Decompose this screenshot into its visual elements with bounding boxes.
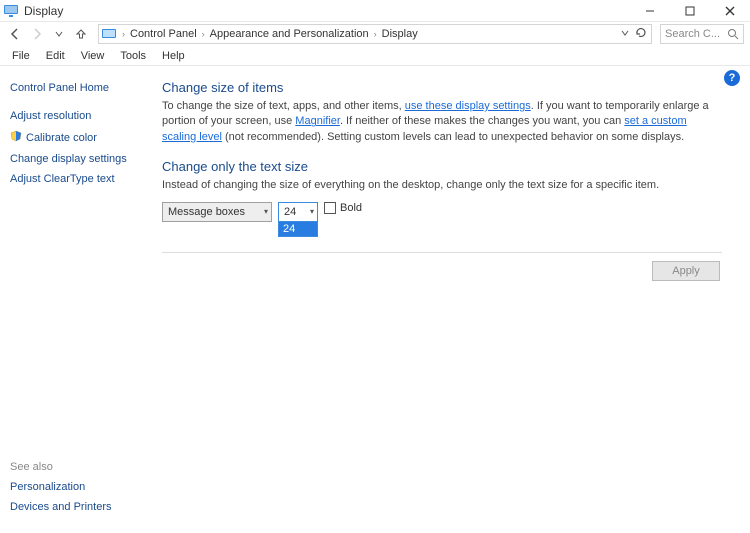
heading-change-size: Change size of items — [162, 80, 722, 95]
menu-bar: File Edit View Tools Help — [0, 46, 750, 66]
sidebar: Control Panel Home Adjust resolution Cal… — [0, 66, 150, 533]
size-dropdown-list[interactable]: 24 — [278, 221, 318, 237]
refresh-icon[interactable] — [635, 27, 647, 42]
up-button[interactable] — [72, 25, 90, 43]
breadcrumb-root[interactable]: Control Panel — [128, 28, 199, 40]
sidebar-calibrate-label: Calibrate color — [26, 132, 97, 144]
display-icon — [4, 5, 18, 17]
back-button[interactable] — [6, 25, 24, 43]
sidebar-adjust-cleartype[interactable]: Adjust ClearType text — [10, 169, 140, 189]
sidebar-adjust-resolution[interactable]: Adjust resolution — [10, 106, 140, 126]
search-input[interactable]: Search C... — [660, 24, 744, 44]
menu-edit[interactable]: Edit — [40, 49, 71, 63]
text-size-controls: Message boxes ▾ 24 ▾ 24 Bold — [162, 202, 722, 222]
chevron-right-icon: › — [371, 29, 380, 39]
sidebar-change-display-settings[interactable]: Change display settings — [10, 149, 140, 169]
close-button[interactable] — [710, 0, 750, 22]
chevron-right-icon: › — [119, 29, 128, 39]
control-panel-icon — [101, 27, 119, 41]
item-combobox-value: Message boxes — [168, 206, 245, 218]
breadcrumb-page[interactable]: Display — [380, 28, 420, 40]
link-magnifier[interactable]: Magnifier — [295, 115, 340, 127]
recent-dropdown-icon[interactable] — [50, 25, 68, 43]
address-dropdown-icon[interactable] — [621, 28, 629, 40]
minimize-button[interactable] — [630, 0, 670, 22]
menu-tools[interactable]: Tools — [114, 49, 152, 63]
paragraph-change-size: To change the size of text, apps, and ot… — [162, 99, 722, 145]
address-bar[interactable]: › Control Panel › Appearance and Persona… — [98, 24, 652, 44]
title-bar: Display — [0, 0, 750, 22]
link-display-settings[interactable]: use these display settings — [405, 100, 531, 112]
breadcrumb-section[interactable]: Appearance and Personalization — [208, 28, 371, 40]
content-area: ? Control Panel Home Adjust resolution C… — [0, 66, 750, 533]
main-panel: Change size of items To change the size … — [150, 66, 750, 533]
bold-checkbox-label[interactable]: Bold — [324, 202, 362, 214]
chevron-down-icon: ▾ — [302, 207, 314, 216]
separator — [162, 252, 722, 253]
item-combobox[interactable]: Message boxes ▾ — [162, 202, 272, 222]
sidebar-personalization[interactable]: Personalization — [10, 477, 140, 497]
size-combobox-value: 24 — [284, 206, 296, 218]
forward-button[interactable] — [28, 25, 46, 43]
search-placeholder: Search C... — [665, 28, 727, 40]
heading-text-size: Change only the text size — [162, 159, 722, 174]
menu-help[interactable]: Help — [156, 49, 191, 63]
bold-label-text: Bold — [340, 202, 362, 214]
bold-checkbox[interactable] — [324, 202, 336, 214]
menu-file[interactable]: File — [6, 49, 36, 63]
see-also-heading: See also — [10, 457, 140, 477]
sidebar-home[interactable]: Control Panel Home — [10, 78, 140, 98]
sidebar-calibrate-color[interactable]: Calibrate color — [10, 126, 140, 149]
apply-button[interactable]: Apply — [652, 261, 720, 281]
nav-toolbar: › Control Panel › Appearance and Persona… — [0, 22, 750, 46]
size-dropdown-option[interactable]: 24 — [279, 222, 317, 236]
window-title: Display — [24, 4, 630, 18]
chevron-down-icon: ▾ — [256, 207, 268, 216]
sidebar-devices-printers[interactable]: Devices and Printers — [10, 497, 140, 517]
maximize-button[interactable] — [670, 0, 710, 22]
menu-view[interactable]: View — [75, 49, 111, 63]
shield-icon — [10, 130, 22, 145]
size-combobox[interactable]: 24 ▾ — [278, 202, 318, 222]
search-icon — [727, 28, 739, 40]
chevron-right-icon: › — [199, 29, 208, 39]
paragraph-text-size: Instead of changing the size of everythi… — [162, 178, 722, 193]
